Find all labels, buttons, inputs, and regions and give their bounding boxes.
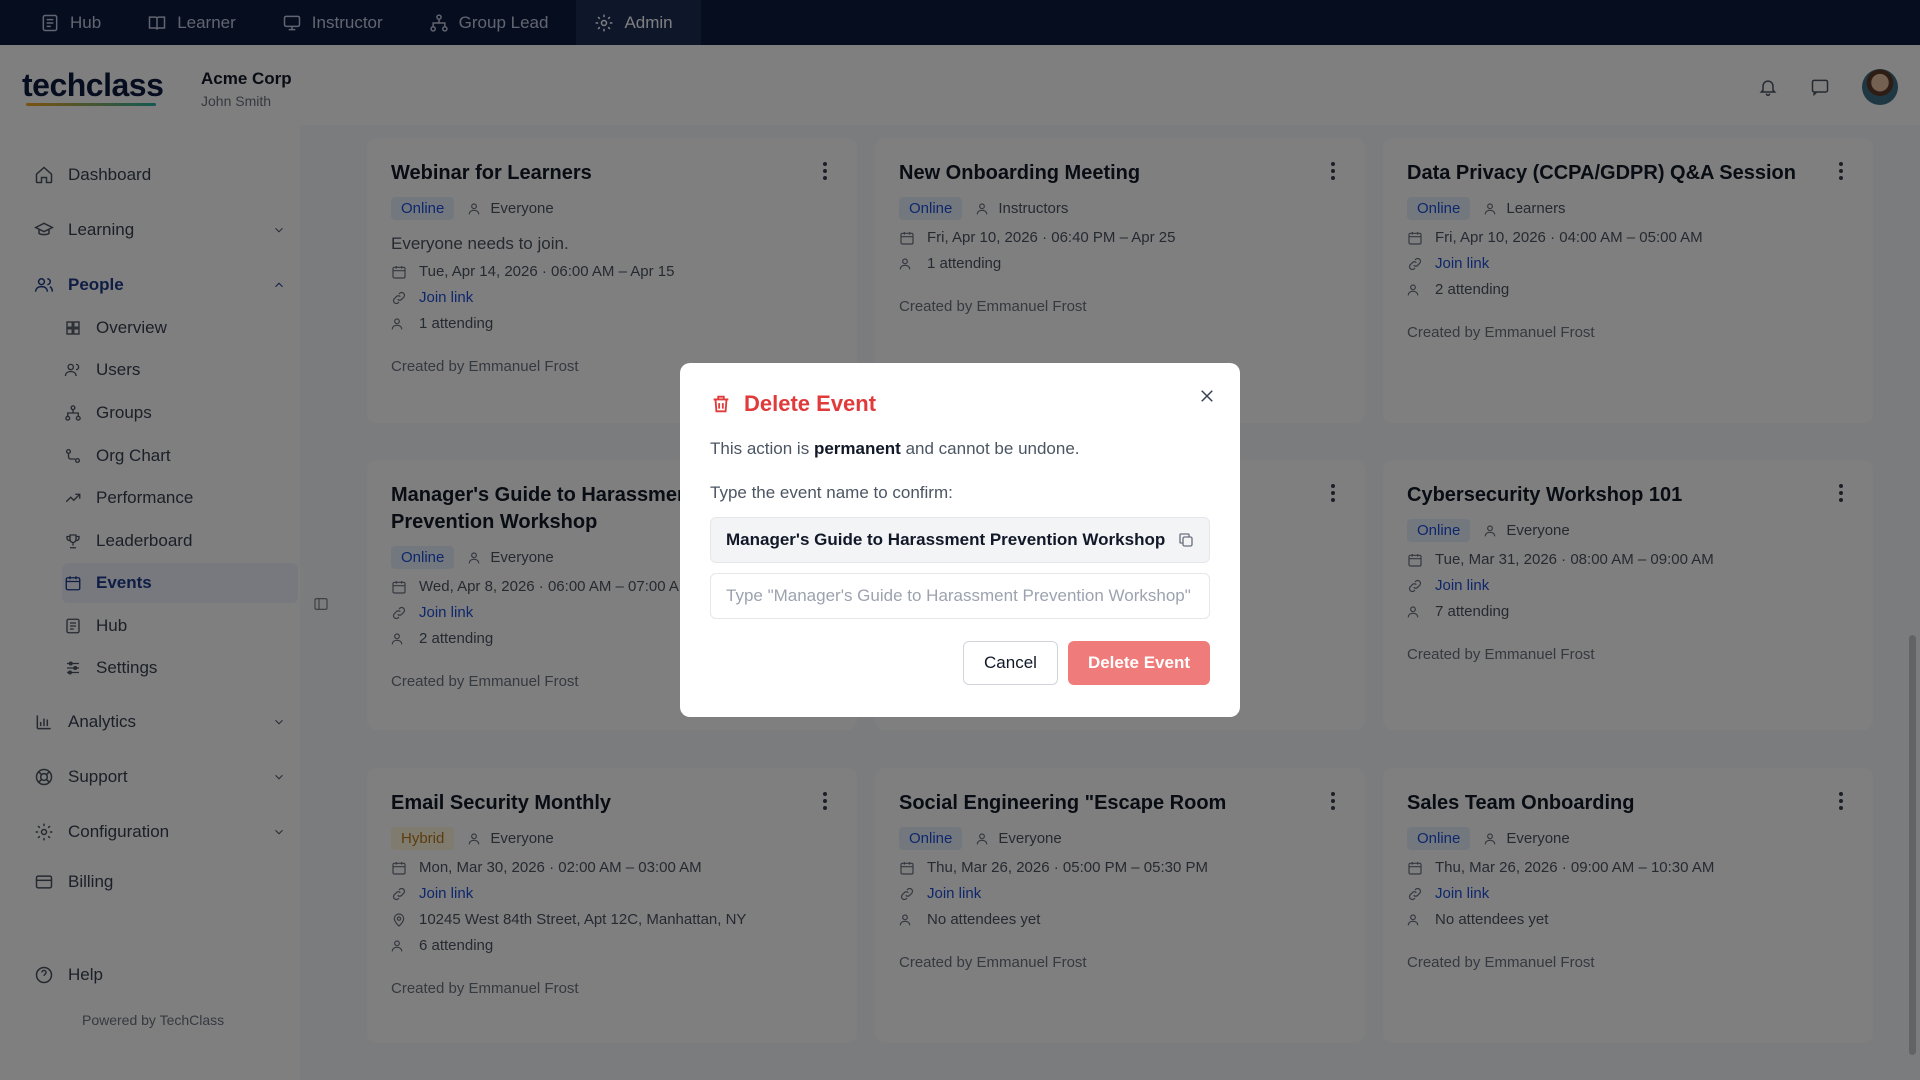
event-name-text: Manager's Guide to Harassment Prevention… [726, 530, 1166, 549]
message-prefix: This action is [710, 439, 814, 458]
close-icon [1201, 390, 1213, 402]
message-bold: permanent [813, 439, 901, 458]
close-button[interactable] [1198, 387, 1216, 405]
dialog-title: Delete Event [710, 391, 1210, 417]
cancel-button[interactable]: Cancel [963, 641, 1058, 685]
trash-icon [713, 395, 729, 413]
delete-event-dialog: Delete Event This action is permanent an… [680, 363, 1240, 717]
event-name-display: Manager's Guide to Harassment Prevention… [710, 517, 1210, 563]
copy-icon[interactable] [1177, 531, 1195, 549]
dialog-message: This action is permanent and cannot be u… [710, 439, 1210, 459]
confirm-label: Type the event name to confirm: [710, 483, 953, 502]
delete-event-button[interactable]: Delete Event [1067, 641, 1210, 685]
message-suffix: and cannot be undone. [900, 439, 1080, 458]
dialog-title-text: Delete Event [744, 391, 877, 416]
dialog-actions: Cancel Delete Event [963, 641, 1210, 685]
confirm-event-name-input[interactable] [710, 573, 1210, 619]
